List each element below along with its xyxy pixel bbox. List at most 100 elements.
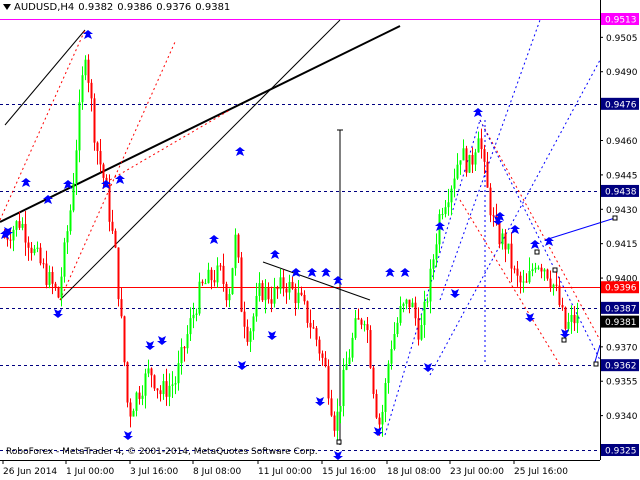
candle-body (39, 247, 42, 264)
candle-body (450, 188, 453, 203)
candle-body (381, 411, 384, 425)
candle-body (564, 307, 567, 329)
candle-body (294, 288, 297, 304)
candle-body (342, 369, 345, 407)
dropdown-triangle-icon[interactable] (3, 4, 11, 10)
candle-body (129, 402, 132, 417)
candle (57, 286, 60, 299)
candle-body (213, 280, 216, 283)
price-tick-label: 0.9460 (606, 137, 638, 147)
candle-body (30, 247, 33, 254)
candle-body (102, 164, 105, 178)
price-label: 0.9387 (601, 301, 639, 314)
candle (63, 237, 66, 283)
candle-body (90, 82, 93, 99)
candle-body (345, 364, 348, 370)
candle-body (426, 301, 429, 303)
candle-body (327, 366, 330, 399)
candle-body (183, 347, 186, 349)
candle-body (477, 138, 480, 153)
candle-body (168, 385, 171, 397)
candle-body (498, 222, 501, 245)
candle-body (468, 154, 471, 173)
candle-body (108, 184, 111, 222)
candle-body (558, 285, 561, 306)
candle-body (519, 275, 522, 283)
time-tick-label: 3 Jul 16:00 (130, 467, 179, 477)
time-tick-label: 8 Jul 08:00 (193, 467, 242, 477)
price-label-text: 0.9396 (605, 284, 637, 294)
candle-body (159, 390, 162, 395)
candle (465, 145, 468, 177)
candle-body (540, 267, 543, 272)
candle-body (63, 242, 66, 277)
candle-body (150, 368, 153, 376)
candle-body (66, 231, 69, 243)
candle-body (147, 368, 150, 374)
candle-body (243, 311, 246, 327)
time-tick-label: 23 Jul 00:00 (450, 467, 504, 477)
chart-window[interactable]: 0.9505 0.9490 0.9460 0.9445 0.9430 0.9415 0.94… (0, 0, 640, 480)
price-label-text: 0.9513 (605, 16, 637, 26)
high-price: 0.9386 (117, 2, 153, 13)
candle-body (48, 272, 51, 285)
candle-body (291, 281, 294, 289)
price-tick-label: 0.9340 (606, 412, 638, 422)
candle-body (45, 263, 48, 285)
candle-body (114, 230, 117, 248)
candle-body (279, 277, 282, 290)
candle-body (144, 373, 147, 396)
candle-body (309, 322, 312, 328)
candle-body (198, 281, 201, 314)
candle-body (303, 294, 306, 302)
candle-body (207, 269, 210, 284)
price-label: 0.9362 (601, 359, 639, 372)
price-tick-label: 0.9490 (606, 68, 638, 78)
candle-body (474, 152, 477, 165)
candle-body (210, 269, 213, 281)
candle-body (363, 324, 366, 326)
candle-body (447, 202, 450, 208)
candle-body (162, 381, 165, 395)
candle-body (501, 233, 504, 245)
candle-body (81, 75, 84, 103)
price-tick-label: 0.9355 (606, 378, 638, 388)
price-label-text: 0.9325 (605, 447, 637, 457)
candle-body (567, 321, 570, 329)
candle-body (555, 284, 558, 286)
price-label-text: 0.9438 (605, 187, 637, 197)
candle-body (123, 316, 126, 363)
candle-body (231, 268, 234, 295)
candle-body (126, 362, 129, 403)
candle-body (339, 406, 342, 412)
candle-body (156, 388, 159, 391)
candle (372, 365, 375, 399)
time-tick-label: 15 Jul 16:00 (322, 467, 376, 477)
candle-body (369, 330, 372, 368)
symbol-timeframe: AUDUSD,H4 (14, 2, 75, 13)
price-label-text: 0.9387 (605, 304, 637, 314)
candle-body (360, 319, 363, 325)
candle (231, 267, 234, 295)
candle-body (441, 214, 444, 216)
candle-body (255, 295, 258, 317)
candle (123, 315, 126, 367)
candle-body (513, 268, 516, 270)
marker-square (561, 337, 567, 343)
price-label: 0.9513 (601, 13, 639, 26)
candle-body (78, 102, 81, 151)
candle-body (135, 392, 138, 411)
candle (117, 247, 120, 307)
price-chart[interactable]: 0.9505 0.9490 0.9460 0.9445 0.9430 0.9415 0.94… (0, 0, 640, 480)
candle-body (300, 292, 303, 295)
candle-body (543, 269, 546, 272)
candle (327, 359, 330, 405)
price-label: 0.9381 (601, 315, 639, 328)
candle-body (321, 353, 324, 358)
candle-body (228, 294, 231, 301)
chart-header: AUDUSD,H4 0.9382 0.9386 0.9376 0.9381 (3, 2, 234, 13)
candle-body (546, 269, 549, 279)
candle-body (96, 142, 99, 152)
candle-body (420, 325, 423, 340)
candle-body (372, 367, 375, 394)
